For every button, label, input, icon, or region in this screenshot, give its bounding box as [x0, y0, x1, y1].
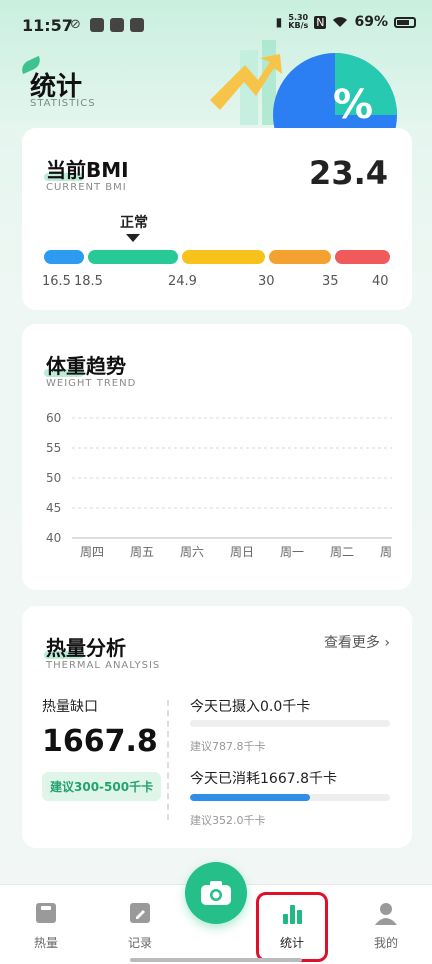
network-speed: 5.30 KB/s [288, 13, 309, 30]
divider [167, 700, 169, 820]
bmi-scale-bar [44, 250, 390, 264]
intake-suggestion: 建议787.8千卡 [190, 740, 266, 753]
x-tick-label: 周四 [80, 545, 104, 559]
bmi-tick: 24.9 [168, 274, 197, 289]
x-tick-label: 周三 [380, 545, 392, 559]
bmi-tick: 16.5 [42, 274, 71, 289]
camera-icon [201, 881, 231, 905]
y-tick-label: 60 [46, 411, 61, 425]
bmi-tick: 35 [322, 274, 339, 289]
status-right: ▮ 5.30 KB/s N 69% [276, 14, 416, 30]
video-icon [130, 18, 144, 32]
weight-subtitle: WEIGHT TREND [46, 378, 137, 389]
wifi-icon [333, 17, 348, 27]
bmi-segment-overweight [182, 250, 266, 264]
y-tick-label: 45 [46, 501, 61, 515]
nav-label: 我的 [373, 936, 398, 950]
intake-progress [190, 720, 390, 727]
bmi-value: 23.4 [309, 154, 388, 192]
y-tick-label: 40 [46, 531, 61, 545]
x-tick-label: 周一 [280, 545, 304, 559]
chevron-right-icon: › [384, 635, 390, 651]
bmi-segment-severe [334, 250, 390, 264]
x-tick-label: 周日 [230, 545, 254, 559]
burn-label: 今天已消耗1667.8千卡 [190, 771, 337, 787]
bmi-status: 正常 [120, 215, 148, 231]
bmi-subtitle: CURRENT BMI [46, 182, 127, 193]
calorie-gap-label: 热量缺口 [42, 699, 98, 715]
statistics-illustration-icon: % [210, 40, 397, 130]
nfc-icon: N [314, 15, 327, 29]
nav-item-calories[interactable]: 热量 [16, 901, 76, 951]
bmi-tick: 18.5 [74, 274, 103, 289]
link-icon: ⊘ [70, 17, 81, 32]
play-icon [110, 18, 124, 32]
user-icon [375, 903, 397, 925]
burn-suggestion: 建议352.0千卡 [190, 814, 266, 827]
weight-chart: 60 55 50 45 40 周四 周五 周六 周日 周一 周二 周三 [46, 411, 392, 559]
calorie-gap-value: 1667.8 [42, 724, 158, 759]
x-tick-label: 周二 [330, 545, 354, 559]
notification-icons: ⊘ [70, 18, 144, 32]
bmi-card: 当前BMI CURRENT BMI 23.4 正常 16.5 18.5 24.9… [22, 128, 412, 310]
bmi-pointer-icon [126, 234, 140, 242]
scale-icon [36, 903, 56, 923]
hero-header: 统计 STATISTICS % [0, 40, 432, 130]
svg-text:%: % [333, 82, 373, 128]
thermal-title: 热量分析 [44, 636, 126, 660]
bmi-ticks: 16.5 18.5 24.9 30 35 40 [22, 274, 412, 290]
edit-icon [130, 903, 150, 923]
vibrate-icon: ▮ [275, 15, 283, 29]
burn-progress-fill [190, 794, 310, 801]
bmi-segment-normal [87, 250, 179, 264]
x-tick-label: 周六 [180, 545, 204, 559]
nav-label: 记录 [127, 936, 152, 950]
burn-progress [190, 794, 390, 801]
annotation-highlight [256, 892, 328, 962]
bmi-segment-obese [269, 250, 331, 264]
nav-label: 热量 [33, 936, 58, 950]
bmi-tick: 40 [372, 274, 389, 289]
bmi-segment-underweight [44, 250, 84, 264]
thermal-subtitle: THERMAL ANALYSIS [46, 660, 161, 671]
page-subtitle: STATISTICS [30, 98, 96, 109]
intake-label: 今天已摄入0.0千卡 [190, 699, 311, 715]
thermal-card: 热量分析 THERMAL ANALYSIS 查看更多 › 热量缺口 1667.8… [22, 606, 412, 848]
calorie-gap-suggestion: 建议300-500千卡 [42, 772, 162, 801]
bmi-title: 当前BMI [44, 158, 129, 182]
weight-title: 体重趋势 [44, 354, 126, 378]
status-time: 11:57 [22, 16, 73, 35]
app-icon [90, 18, 104, 32]
y-tick-label: 55 [46, 441, 61, 455]
weight-trend-card: 体重趋势 WEIGHT TREND 60 55 50 45 40 周四 周五 周六 周日 周一 周二… [22, 324, 412, 590]
view-more-link[interactable]: 查看更多 › [324, 632, 390, 652]
nav-item-profile[interactable]: 我的 [356, 901, 416, 951]
home-indicator[interactable] [130, 958, 302, 962]
battery-percent: 69% [354, 14, 388, 30]
y-tick-label: 50 [46, 471, 61, 485]
x-tick-label: 周五 [130, 545, 154, 559]
battery-icon [394, 16, 416, 28]
nav-item-records[interactable]: 记录 [110, 901, 170, 951]
bmi-tick: 30 [258, 274, 275, 289]
camera-button[interactable] [185, 862, 247, 924]
